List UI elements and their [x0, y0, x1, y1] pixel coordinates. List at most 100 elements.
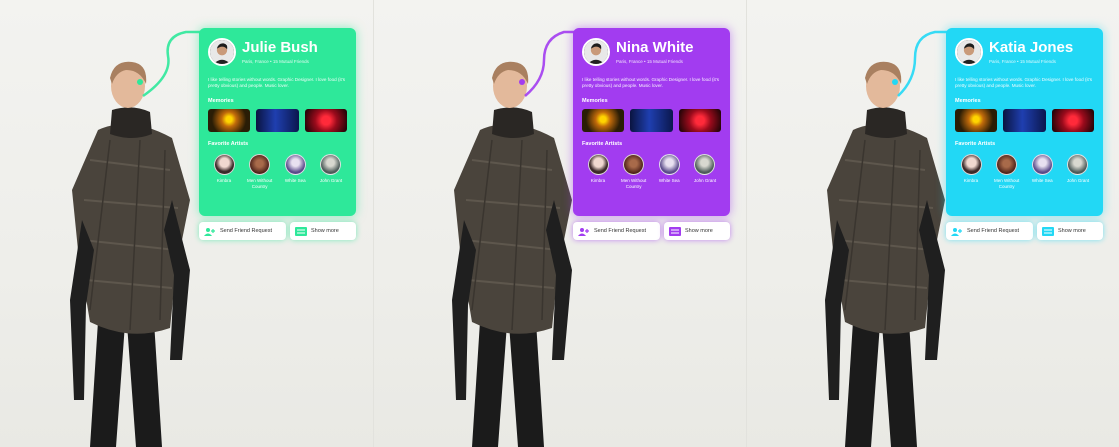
memory-thumbnail[interactable] [582, 109, 625, 132]
profile-card: Julie Bush Paris, France • 15 Mutual Fri… [199, 28, 356, 216]
artist-item[interactable]: White Sea [653, 154, 685, 189]
memories-row [208, 109, 347, 132]
add-user-icon [204, 227, 216, 236]
person-figure [815, 60, 955, 447]
memory-thumbnail[interactable] [955, 109, 998, 132]
ar-profile-concepts: Julie Bush Paris, France • 15 Mutual Fri… [0, 0, 1119, 447]
show-more-label: Show more [311, 228, 339, 234]
artists-title: Favorite Artists [208, 141, 249, 147]
artist-avatar [320, 154, 342, 175]
artist-name: Kimbra [590, 178, 606, 183]
memory-thumbnail[interactable] [1003, 109, 1046, 132]
show-more-button[interactable]: Show more [290, 222, 356, 240]
show-more-button[interactable]: Show more [664, 222, 730, 240]
artist-item[interactable]: Kimbra [955, 154, 987, 189]
grid-list-icon [295, 226, 307, 236]
artist-avatar [658, 154, 680, 175]
concept-panel: Julie Bush Paris, France • 15 Mutual Fri… [0, 0, 373, 447]
show-more-button[interactable]: Show more [1037, 222, 1103, 240]
memory-thumbnail[interactable] [256, 109, 299, 132]
memory-thumbnail[interactable] [630, 109, 673, 132]
artist-name: Men Without Country [994, 178, 1020, 189]
profile-card: Nina White Paris, France • 15 Mutual Fri… [573, 28, 730, 216]
artist-avatar [1031, 154, 1053, 175]
send-friend-request-button[interactable]: Send Friend Request [573, 222, 660, 240]
artists-row: Kimbra Men Without Country White Sea Joh… [582, 154, 721, 189]
artist-avatar [249, 154, 271, 175]
profile-header: Nina White Paris, France • 15 Mutual Fri… [582, 36, 721, 68]
artist-item[interactable]: White Sea [279, 154, 311, 189]
artist-name: John Grant [319, 178, 343, 183]
memories-title: Memories [955, 98, 981, 104]
send-friend-request-label: Send Friend Request [967, 228, 1019, 234]
artist-name: Men Without Country [621, 178, 647, 189]
send-friend-request-label: Send Friend Request [594, 228, 646, 234]
profile-name: Julie Bush [242, 39, 318, 56]
person-figure [442, 60, 582, 447]
card-actions: Send Friend Request Show more [199, 222, 356, 240]
artist-name: Kimbra [216, 178, 232, 183]
artist-avatar [623, 154, 645, 175]
profile-header: Katia Jones Paris, France • 15 Mutual Fr… [955, 36, 1094, 68]
profile-header: Julie Bush Paris, France • 15 Mutual Fri… [208, 36, 347, 68]
artist-avatar [587, 154, 609, 175]
artist-name: John Grant [1066, 178, 1090, 183]
send-friend-request-button[interactable]: Send Friend Request [946, 222, 1033, 240]
memory-thumbnail[interactable] [1051, 109, 1094, 132]
artist-item[interactable]: Kimbra [582, 154, 614, 189]
artist-avatar [284, 154, 306, 175]
grid-list-icon [1042, 226, 1054, 236]
artist-avatar [960, 154, 982, 175]
profile-name: Katia Jones [989, 39, 1074, 56]
memories-title: Memories [208, 98, 234, 104]
artist-item[interactable]: Men Without Country [618, 154, 650, 189]
artist-name: Kimbra [963, 178, 979, 183]
memories-title: Memories [582, 98, 608, 104]
artist-item[interactable]: Men Without Country [991, 154, 1023, 189]
card-actions: Send Friend Request Show more [946, 222, 1103, 240]
artists-row: Kimbra Men Without Country White Sea Joh… [955, 154, 1094, 189]
concept-panel: Nina White Paris, France • 15 Mutual Fri… [373, 0, 746, 447]
artist-item[interactable]: White Sea [1026, 154, 1058, 189]
artist-avatar [213, 154, 235, 175]
artist-avatar [694, 154, 716, 175]
profile-card: Katia Jones Paris, France • 15 Mutual Fr… [946, 28, 1103, 216]
send-friend-request-label: Send Friend Request [220, 228, 272, 234]
grid-list-icon [669, 226, 681, 236]
artist-name: John Grant [693, 178, 717, 183]
memory-thumbnail[interactable] [304, 109, 347, 132]
artists-title: Favorite Artists [582, 141, 623, 147]
profile-location: Paris, France • 15 Mutual Friends [616, 59, 683, 64]
artist-avatar [1067, 154, 1089, 175]
profile-bio: I like telling stories without words. Gr… [955, 77, 1093, 88]
profile-location: Paris, France • 15 Mutual Friends [989, 59, 1056, 64]
memories-row [582, 109, 721, 132]
profile-name: Nina White [616, 39, 694, 56]
profile-bio: I like telling stories without words. Gr… [582, 77, 720, 88]
profile-bio: I like telling stories without words. Gr… [208, 77, 346, 88]
send-friend-request-button[interactable]: Send Friend Request [199, 222, 286, 240]
memory-thumbnail[interactable] [678, 109, 721, 132]
memories-row [955, 109, 1094, 132]
show-more-label: Show more [685, 228, 713, 234]
avatar[interactable] [955, 38, 983, 66]
artist-item[interactable]: John Grant [689, 154, 721, 189]
artist-item[interactable]: John Grant [315, 154, 347, 189]
artist-item[interactable]: Men Without Country [244, 154, 276, 189]
add-user-icon [578, 227, 590, 236]
artist-item[interactable]: John Grant [1062, 154, 1094, 189]
person-figure [60, 60, 200, 447]
artist-name: Men Without Country [247, 178, 273, 189]
avatar[interactable] [582, 38, 610, 66]
profile-location: Paris, France • 15 Mutual Friends [242, 59, 309, 64]
artist-avatar [996, 154, 1018, 175]
show-more-label: Show more [1058, 228, 1086, 234]
artist-item[interactable]: Kimbra [208, 154, 240, 189]
artists-row: Kimbra Men Without Country White Sea Joh… [208, 154, 347, 189]
concept-panel: Katia Jones Paris, France • 15 Mutual Fr… [746, 0, 1119, 447]
add-user-icon [951, 227, 963, 236]
memory-thumbnail[interactable] [208, 109, 251, 132]
card-actions: Send Friend Request Show more [573, 222, 730, 240]
avatar[interactable] [208, 38, 236, 66]
artists-title: Favorite Artists [955, 141, 996, 147]
